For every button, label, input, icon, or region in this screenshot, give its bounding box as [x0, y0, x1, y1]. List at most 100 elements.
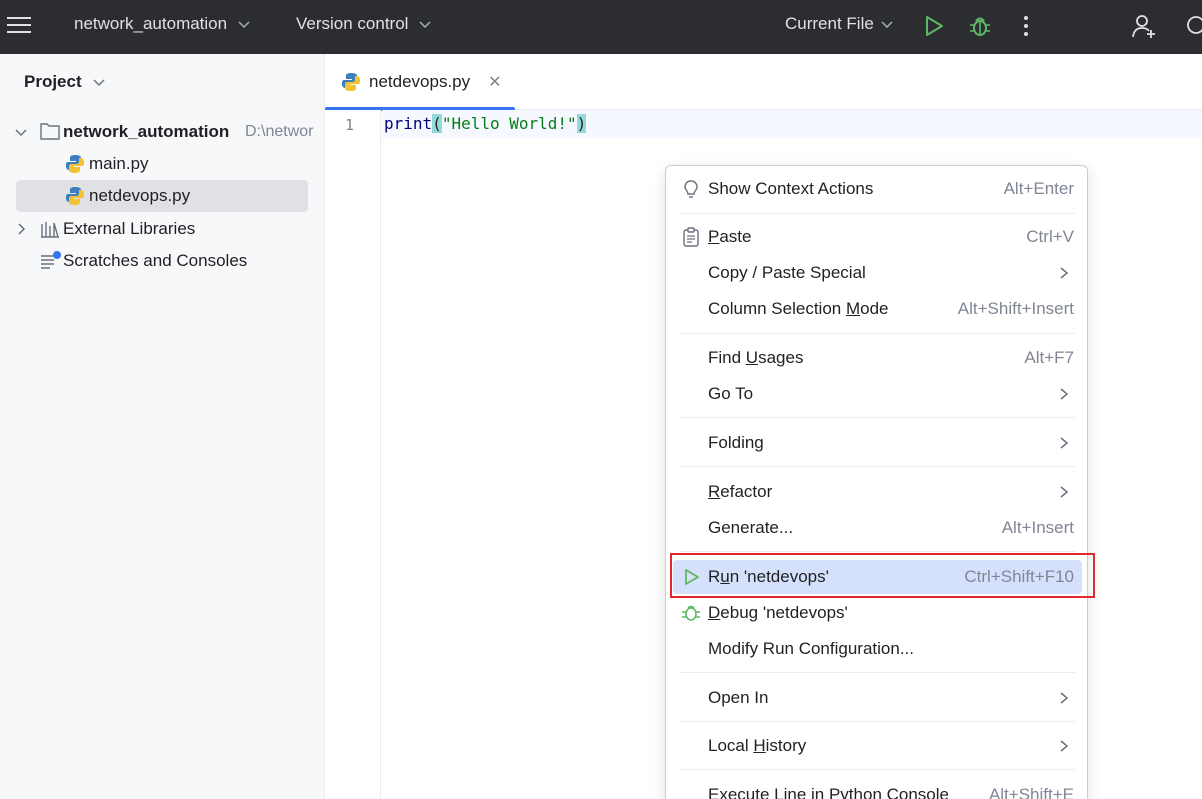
label-text: Column Selection — [708, 299, 846, 318]
project-root-name: network_automation — [63, 122, 230, 141]
label-text: ebug 'netdevops' — [720, 603, 848, 622]
menu-separator — [680, 551, 1075, 552]
mnemonic-letter: D — [708, 603, 721, 622]
menu-separator — [680, 417, 1075, 418]
menu-item-label: Find Usages — [708, 348, 803, 368]
tree-row-scratches[interactable]: Scratches and Consoles — [0, 245, 325, 277]
menu-separator — [680, 333, 1075, 334]
highlight-annotation-box — [670, 553, 1095, 598]
menu-item-label: Column Selection Mode — [708, 299, 889, 319]
editor-context-menu: Show Context Actions Alt+Enter Paste Ctr… — [665, 165, 1088, 799]
menu-item-label: Copy / Paste Special — [708, 263, 866, 282]
tree-row-project-root[interactable]: network_automation D:\networ — [0, 116, 325, 148]
main-menu-icon[interactable] — [7, 13, 31, 37]
project-view-selector[interactable]: Project — [24, 72, 106, 92]
project-switcher[interactable]: network_automation — [74, 14, 251, 34]
menu-separator — [680, 769, 1075, 770]
label-text: ode — [860, 299, 889, 318]
lightbulb-icon — [684, 180, 698, 198]
menu-item-shortcut: Ctrl+V — [1026, 227, 1074, 246]
project-root-path: D:\networ — [245, 123, 314, 140]
menu-item-label: Local History — [708, 736, 806, 756]
file-name: netdevops.py — [89, 186, 191, 205]
menu-item-label: Execute Line in Python Console — [708, 785, 949, 799]
menu-separator — [680, 466, 1075, 467]
menu-item-copy-paste-special[interactable]: Copy / Paste Special — [673, 256, 1082, 290]
label-text: istory — [765, 736, 807, 755]
scratches-label: Scratches and Consoles — [63, 251, 248, 270]
project-tool-window: Project network_automation D:\networ mai… — [0, 54, 325, 799]
run-config-label: Current File — [785, 14, 874, 33]
chevron-right-icon — [1060, 267, 1069, 279]
main-toolbar: network_automation Version control Curre… — [0, 0, 1202, 54]
project-name: network_automation — [74, 14, 228, 33]
run-icon[interactable] — [921, 13, 947, 39]
folder-icon — [40, 123, 60, 140]
search-icon[interactable] — [1184, 13, 1202, 39]
close-icon[interactable]: ✕ — [488, 72, 501, 92]
code-string: "Hello World!" — [441, 114, 577, 133]
mnemonic-letter: P — [708, 227, 720, 246]
menu-item-label: Paste — [708, 227, 751, 247]
editor-gutter: 1 — [325, 110, 381, 799]
mnemonic-letter: R — [708, 482, 721, 501]
menu-item-generate[interactable]: Generate... Alt+Insert — [673, 511, 1082, 545]
menu-item-shortcut: Alt+Shift+E — [988, 785, 1074, 799]
code-paren-open: ( — [432, 114, 442, 133]
mnemonic-letter: U — [745, 348, 759, 367]
vcs-label: Version control — [296, 14, 409, 33]
menu-item-execute-line-in-python-console[interactable]: Execute Line in Python Console Alt+Shift… — [673, 778, 1082, 799]
debug-icon[interactable] — [967, 13, 993, 39]
chevron-down-icon — [93, 79, 105, 87]
python-file-icon — [342, 73, 360, 91]
menu-item-go-to[interactable]: Go To — [673, 377, 1082, 411]
menu-item-show-context-actions[interactable]: Show Context Actions Alt+Enter — [673, 172, 1082, 206]
menu-item-find-usages[interactable]: Find Usages Alt+F7 — [673, 341, 1082, 375]
label-text: Find — [708, 348, 746, 367]
add-user-icon[interactable] — [1131, 13, 1157, 39]
menu-item-paste[interactable]: Paste Ctrl+V — [673, 220, 1082, 254]
tab-netdevops-py[interactable]: netdevops.py ✕ — [325, 54, 515, 111]
scratches-icon — [41, 251, 61, 269]
label-text: efactor — [720, 482, 773, 501]
chevron-right-icon[interactable] — [14, 222, 28, 236]
code-function: print — [384, 114, 433, 133]
file-name: main.py — [89, 154, 149, 173]
chevron-down-icon — [238, 21, 250, 29]
label-text: Local — [708, 736, 754, 755]
chevron-right-icon — [1060, 437, 1069, 449]
python-file-icon — [66, 155, 84, 173]
chevron-right-icon — [1060, 692, 1069, 704]
tree-row-netdevops-py[interactable]: netdevops.py — [0, 180, 325, 212]
debug-icon — [682, 605, 700, 621]
menu-item-modify-run-configuration[interactable]: Modify Run Configuration... — [673, 632, 1082, 666]
menu-item-folding[interactable]: Folding — [673, 426, 1082, 460]
menu-item-local-history[interactable]: Local History — [673, 729, 1082, 763]
menu-item-label: Generate... — [708, 518, 794, 537]
menu-separator — [680, 721, 1075, 722]
menu-item-shortcut: Alt+Enter — [1003, 179, 1074, 198]
menu-item-label: Folding — [708, 433, 764, 452]
python-file-icon — [66, 187, 84, 205]
menu-item-refactor[interactable]: Refactor — [673, 475, 1082, 509]
menu-item-debug-netdevops[interactable]: Debug 'netdevops' — [673, 596, 1082, 630]
menu-item-column-selection-mode[interactable]: Column Selection Mode Alt+Shift+Insert — [673, 292, 1082, 326]
tab-label: netdevops.py — [369, 72, 471, 91]
menu-item-open-in[interactable]: Open In — [673, 681, 1082, 715]
mnemonic-letter: M — [845, 299, 861, 318]
vcs-widget[interactable]: Version control — [296, 14, 432, 34]
editor-tab-strip: netdevops.py ✕ — [325, 54, 1202, 111]
tree-row-main-py[interactable]: main.py — [0, 148, 325, 180]
menu-separator — [680, 672, 1075, 673]
chevron-right-icon — [1060, 486, 1069, 498]
tree-row-external-libraries[interactable]: External Libraries — [0, 213, 325, 245]
more-options-icon[interactable] — [1013, 13, 1039, 39]
menu-item-label: Go To — [708, 384, 754, 403]
clipboard-icon — [683, 227, 699, 247]
run-configuration-selector[interactable]: Current File — [785, 14, 894, 34]
menu-item-label: Show Context Actions — [708, 179, 874, 198]
menu-item-label: Debug 'netdevops' — [708, 603, 848, 623]
code-line-1[interactable]: print("Hello World!") — [384, 114, 587, 133]
chevron-down-icon[interactable] — [14, 125, 28, 139]
external-libraries-label: External Libraries — [63, 219, 196, 238]
